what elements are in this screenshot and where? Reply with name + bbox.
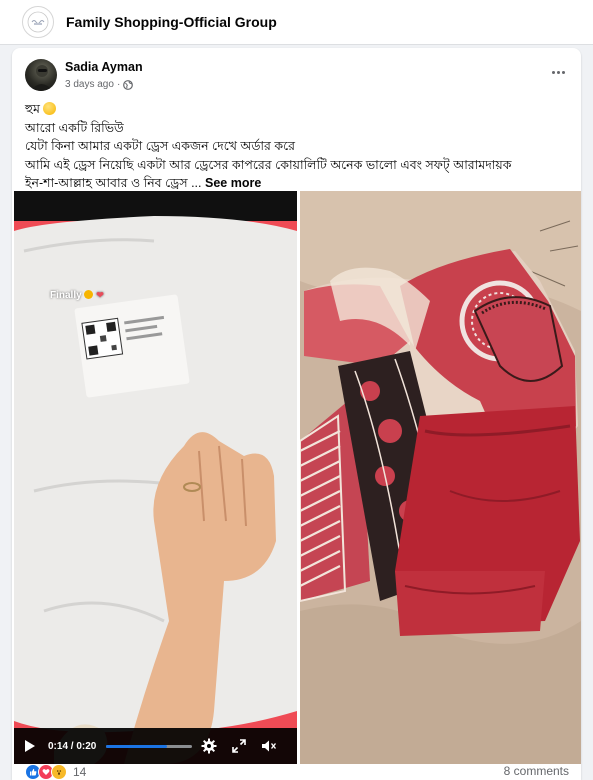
settings-gear-icon[interactable] [200, 737, 218, 755]
post-text-line-3: যেটা কিনা আমার একটা ড্রেস একজন দেখে অর্ড… [25, 139, 296, 153]
relieved-emoji-icon [42, 102, 56, 115]
post-header: Sadia Ayman 3 days ago · [12, 48, 581, 100]
product-photo[interactable] [300, 191, 581, 764]
post-media: Finally ❤ 0:14 / 0:20 [14, 191, 581, 764]
post-meta: 3 days ago · [65, 79, 134, 90]
post-card: Sadia Ayman 3 days ago · হুম আরো একটি রি… [12, 48, 581, 780]
video-controls: 0:14 / 0:20 [14, 728, 297, 764]
group-name[interactable]: Family Shopping-Official Group [66, 14, 277, 30]
comments-link[interactable]: 8 comments [504, 764, 569, 778]
globe-icon [123, 79, 134, 90]
video-time: 0:14 / 0:20 [48, 740, 97, 752]
author-name[interactable]: Sadia Ayman [65, 60, 143, 74]
post-text-line-5: ইন-শা-আল্লাহ আবার ও নিব ড্রেস ... [25, 176, 202, 190]
post-text: হুম আরো একটি রিভিউ যেটা কিনা আমার একটা ড… [25, 100, 575, 193]
see-more-link[interactable]: See more [205, 176, 261, 190]
play-icon[interactable] [24, 738, 40, 754]
post-text-line-1: হুম [25, 102, 40, 116]
more-options-button[interactable] [545, 62, 571, 82]
avatar[interactable] [25, 59, 57, 91]
smile-emoji-icon [84, 290, 94, 299]
video-frame [14, 191, 297, 764]
reaction-count: 14 [73, 765, 87, 779]
fullscreen-icon[interactable] [230, 737, 248, 755]
video-progress-fill [106, 744, 167, 748]
post-time[interactable]: 3 days ago [65, 79, 114, 90]
heart-emoji-icon: ❤ [96, 290, 104, 300]
video-progress-bar[interactable] [106, 744, 193, 748]
wow-icon [51, 764, 67, 780]
video-overlay-text: Finally ❤ [50, 290, 104, 301]
video-player[interactable]: Finally ❤ 0:14 / 0:20 [14, 191, 297, 764]
reactions-summary[interactable]: 14 [25, 764, 86, 780]
post-text-line-2: আরো একটি রিভিউ [25, 120, 124, 135]
volume-muted-icon[interactable] [260, 737, 278, 755]
group-logo-icon[interactable] [22, 6, 54, 38]
dress-photo-image [300, 191, 581, 764]
post-text-line-4: আমি এই ড্রেস নিয়েছি একটা আর ড্রেসের কাপ… [25, 157, 512, 172]
group-header: Family Shopping-Official Group [0, 0, 593, 45]
